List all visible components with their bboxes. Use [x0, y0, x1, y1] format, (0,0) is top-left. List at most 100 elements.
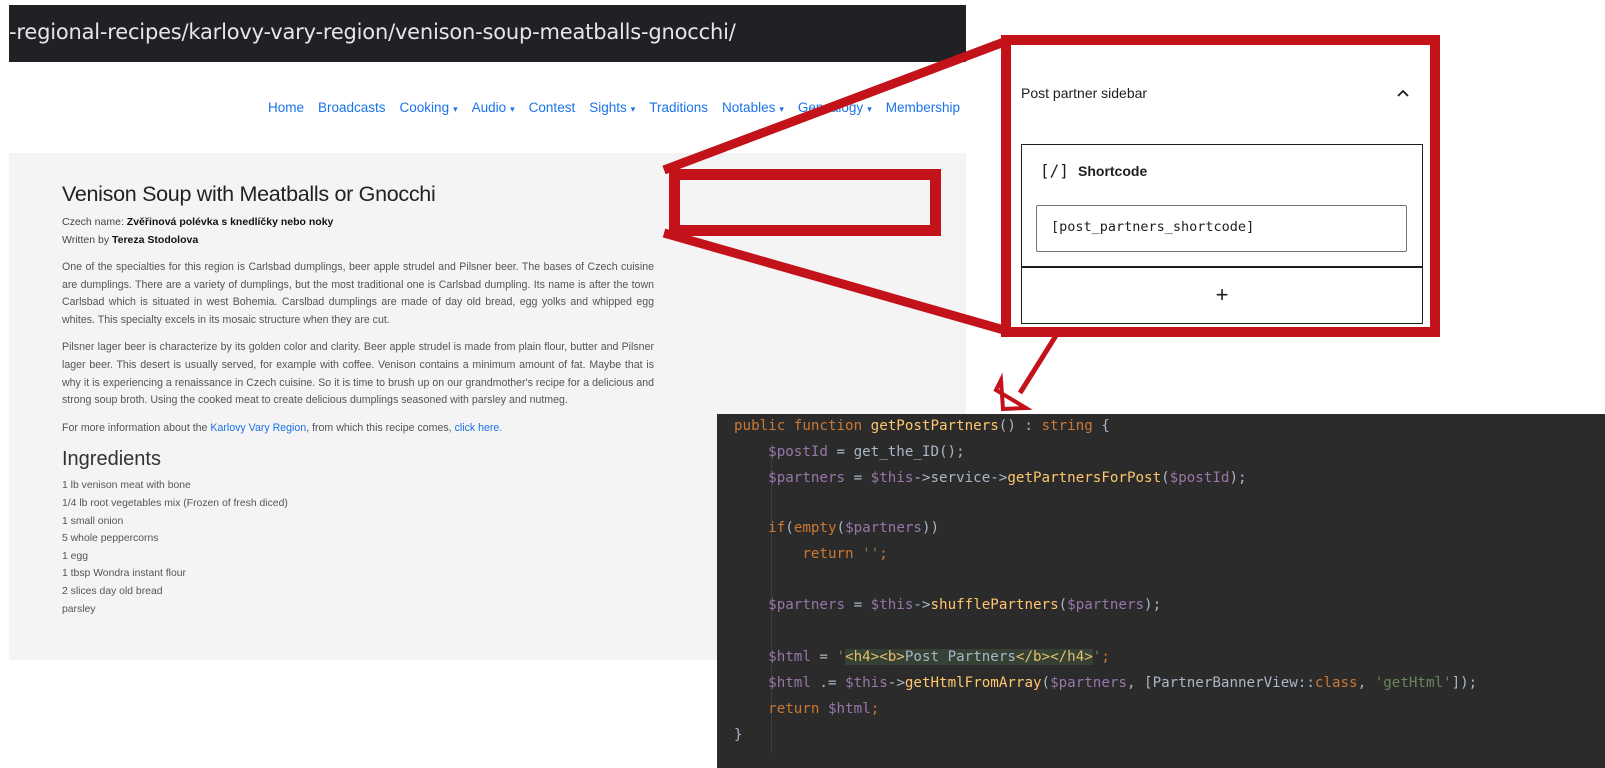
nav-item-label: Audio — [471, 100, 507, 115]
code-token: ( — [1058, 597, 1068, 613]
article: Venison Soup with Meatballs or Gnocchi C… — [62, 181, 654, 618]
ingredient-item: 1 tbsp Wondra instant flour — [62, 568, 186, 580]
nav-item-contest[interactable]: Contest — [529, 100, 576, 115]
nav-item-home[interactable]: Home — [268, 100, 304, 115]
ingredients-heading: Ingredients — [62, 448, 161, 471]
more-info-prefix: For more information about the — [62, 421, 208, 434]
nav-item-cooking[interactable]: Cooking ▾ — [400, 100, 458, 115]
code-token: </b></h4> — [1015, 649, 1093, 665]
ingredient-item: 1 small onion — [62, 515, 124, 527]
code-token: $partners — [1050, 675, 1127, 691]
code-token: ( — [785, 520, 794, 536]
nav-item-notables[interactable]: Notables ▾ — [722, 100, 784, 115]
code-token: $postId — [768, 444, 828, 460]
shortcode-input-value: [post_partners_shortcode] — [1051, 219, 1255, 235]
post-partner-sidebar-panel: Post partner sidebar [/] Shortcode [post… — [1001, 35, 1440, 337]
nav-item-broadcasts[interactable]: Broadcasts — [318, 100, 386, 115]
code-editor[interactable]: public function getPostPartners() : stri… — [717, 414, 1605, 768]
code-token: $html — [768, 649, 811, 665]
code-token: = — [845, 597, 871, 613]
code-token: $html — [827, 701, 871, 717]
nav-item-traditions[interactable]: Traditions — [649, 100, 708, 115]
code-token: $this — [845, 675, 888, 691]
code-token: if — [768, 520, 786, 536]
code-token: ; — [1101, 649, 1110, 665]
code-token: $html — [768, 675, 811, 691]
site-navigation: Home Broadcasts Cooking ▾ Audio ▾ Contest Sight… — [268, 100, 960, 115]
code-token: ; — [870, 701, 880, 717]
callout-highlight-box — [669, 169, 941, 236]
code-token: ]); — [1451, 675, 1478, 691]
url-text[interactable]: -regional-recipes/karlovy-vary-region/ve… — [9, 20, 736, 44]
code-line-13: } — [734, 727, 743, 743]
code-token: , — [1357, 675, 1375, 691]
caret-down-icon[interactable]: ▾ — [510, 104, 515, 114]
code-line-8: $partners = $this->shufflePartners($part… — [734, 597, 1161, 613]
chevron-up-icon[interactable] — [1396, 85, 1410, 101]
code-line-12: return $html; — [734, 701, 879, 717]
click-here-link[interactable]: click here. — [455, 422, 503, 434]
code-line-3: $partners = $this->service->getPartnersF… — [734, 470, 1247, 486]
browser-address-bar[interactable]: -regional-recipes/karlovy-vary-region/ve… — [9, 5, 966, 62]
code-token: getHtmlFromArray — [904, 675, 1042, 691]
code-line-11: $html .= $this->getHtmlFromArray($partne… — [734, 675, 1477, 691]
panel-title[interactable]: Post partner sidebar — [1021, 85, 1147, 101]
nav-item-label: Contest — [528, 100, 576, 115]
code-token: = get_the_ID(); — [827, 444, 965, 460]
code-token: return — [802, 546, 863, 562]
shortcode-block[interactable]: [/] Shortcode [post_partners_shortcode] — [1021, 144, 1423, 267]
caret-down-icon[interactable]: ▾ — [453, 104, 458, 114]
ingredient-item: 1 egg — [62, 550, 89, 562]
code-token: ( — [836, 520, 846, 536]
code-token: string — [1041, 418, 1093, 434]
ingredient-item: 2 slices day old bread — [62, 585, 163, 597]
nav-item-sights[interactable]: Sights ▾ — [589, 100, 635, 115]
shortcode-input[interactable]: [post_partners_shortcode] — [1036, 205, 1407, 252]
caret-down-icon[interactable]: ▾ — [631, 104, 636, 114]
code-token: Post Partners — [904, 649, 1016, 665]
ingredient-item: 5 whole peppercorns — [62, 533, 159, 545]
nav-item-label: Notables — [722, 100, 776, 115]
code-token: $partners — [845, 520, 922, 536]
code-token: ; — [879, 546, 888, 562]
author-name: Tereza Stodolova — [112, 233, 199, 246]
karlovy-vary-region-link[interactable]: Karlovy Vary Region — [210, 422, 306, 434]
czech-name-label: Czech name: — [62, 216, 124, 228]
nav-item-label: Broadcasts — [318, 100, 386, 115]
code-token: )) — [921, 520, 940, 536]
code-token: { — [1092, 418, 1110, 434]
nav-item-label: Home — [267, 100, 304, 115]
add-block-button[interactable]: + — [1021, 267, 1423, 324]
nav-item-label: Sights — [589, 100, 627, 115]
ingredient-item: 1/4 lb root vegetables mix (Frozen of fr… — [62, 497, 288, 509]
paragraph-1: One of the specialties for this region i… — [62, 261, 654, 326]
more-info-line: For more information about the Karlovy V… — [62, 420, 654, 438]
nav-item-label: Membership — [885, 100, 960, 115]
arrow-head-icon — [993, 372, 1033, 412]
czech-name-line: Czech name: Zvěřinová polévka s knedlíčk… — [62, 214, 654, 232]
code-token: $partners — [768, 597, 846, 613]
code-token: = — [810, 649, 837, 665]
author-line: Written by Tereza Stodolova — [62, 232, 654, 250]
nav-item-genealogy[interactable]: Genealogy ▾ — [798, 100, 872, 115]
paragraph-2: Pilsner lager beer is characterize by it… — [62, 341, 654, 407]
caret-down-icon[interactable]: ▾ — [867, 104, 872, 114]
nav-item-audio[interactable]: Audio ▾ — [472, 100, 515, 115]
code-line-5: if(empty($partners)) — [734, 520, 939, 536]
ingredient-item: parsley — [62, 603, 96, 615]
code-token: , [PartnerBannerView:: — [1126, 675, 1315, 691]
ingredients-list: 1 lb venison meat with bone 1/4 lb root v… — [62, 477, 654, 618]
code-token: ); — [1144, 597, 1162, 613]
nav-item-membership[interactable]: Membership — [886, 100, 960, 115]
code-token: empty — [793, 520, 837, 536]
code-token: getPartnersForPost — [1007, 470, 1162, 486]
article-title: Venison Soup with Meatballs or Gnocchi — [62, 182, 436, 206]
code-token: $partners — [768, 470, 846, 486]
code-token: ); — [1229, 470, 1247, 486]
code-line-2: $postId = get_the_ID(); — [734, 444, 965, 460]
caret-down-icon[interactable]: ▾ — [779, 104, 784, 114]
code-line-1: public function getPostPartners() : stri… — [734, 418, 1110, 434]
code-token: $partners — [1067, 597, 1145, 613]
more-info-middle: , from which this recipe comes, — [306, 421, 452, 434]
code-token: ->service-> — [913, 470, 1008, 486]
